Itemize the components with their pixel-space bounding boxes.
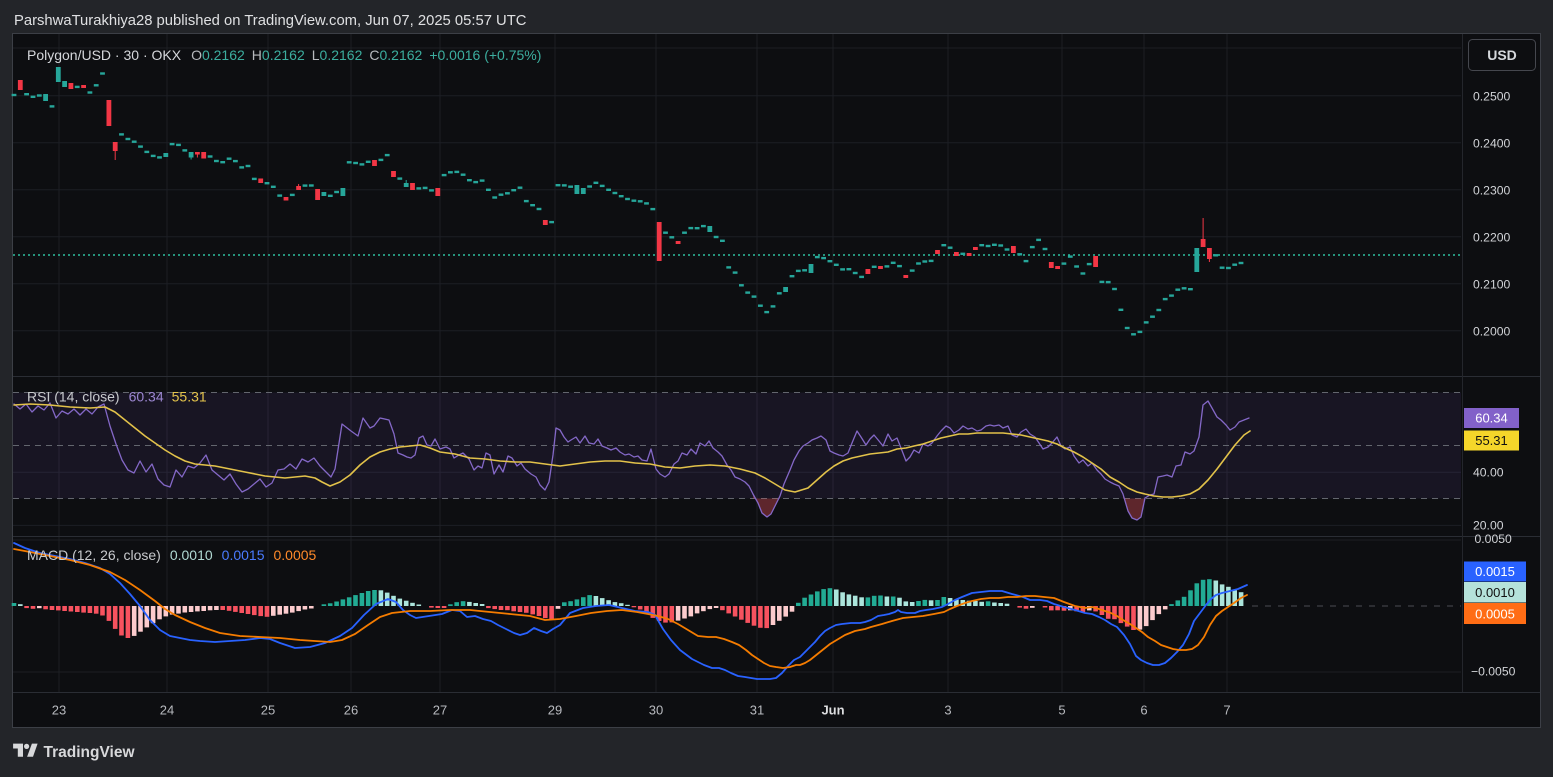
svg-text:27: 27 [433,703,447,718]
svg-text:USD: USD [1487,47,1517,63]
svg-text:ParshwaTurakhiya28 published o: ParshwaTurakhiya28 published on TradingV… [14,13,527,29]
svg-text:0.2300: 0.2300 [1473,184,1510,198]
svg-text:0.2100: 0.2100 [1473,278,1510,292]
svg-text:TradingView: TradingView [44,744,136,761]
svg-text:MACD (12, 26, close)0.00100.00: MACD (12, 26, close)0.00100.00150.0005 [27,547,317,563]
svg-text:24: 24 [160,703,174,718]
svg-text:23: 23 [52,703,66,718]
svg-text:20.00: 20.00 [1473,519,1504,533]
svg-text:25: 25 [261,703,275,718]
svg-text:30: 30 [649,703,663,718]
svg-text:0.0050: 0.0050 [1475,532,1512,546]
svg-text:5: 5 [1058,703,1065,718]
svg-text:0.0015: 0.0015 [1475,564,1515,579]
svg-text:3: 3 [944,703,951,718]
svg-text:−0.0050: −0.0050 [1471,665,1516,679]
svg-text:Polygon/USD · 30 · OKXO0.2162H: Polygon/USD · 30 · OKXO0.2162H0.2162L0.2… [27,47,541,63]
svg-text:60.34: 60.34 [1475,411,1508,426]
svg-text:0.0010: 0.0010 [1475,585,1515,600]
svg-text:0.0005: 0.0005 [1475,607,1515,622]
svg-text:29: 29 [548,703,562,718]
svg-text:31: 31 [750,703,764,718]
svg-text:0.2000: 0.2000 [1473,325,1510,339]
svg-text:6: 6 [1140,703,1147,718]
svg-text:0.2400: 0.2400 [1473,137,1510,151]
svg-text:40.00: 40.00 [1473,466,1504,480]
svg-text:55.31: 55.31 [1475,433,1508,448]
svg-text:7: 7 [1223,703,1230,718]
svg-text:RSI (14, close)60.3455.31: RSI (14, close)60.3455.31 [27,389,207,405]
svg-text:0.2500: 0.2500 [1473,90,1510,104]
svg-text:Jun: Jun [821,703,844,718]
svg-text:0.2200: 0.2200 [1473,231,1510,245]
svg-text:26: 26 [344,703,358,718]
